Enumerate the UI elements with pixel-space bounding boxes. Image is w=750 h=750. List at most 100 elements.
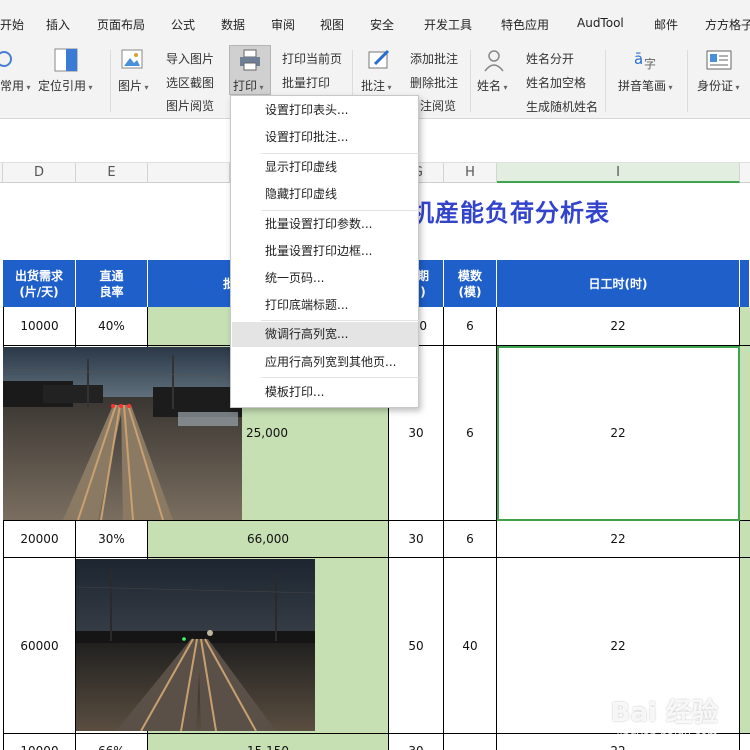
menu-separator xyxy=(261,210,419,211)
cell-yield[interactable]: 66% xyxy=(76,734,148,750)
person-icon xyxy=(484,50,504,72)
cell-hours-selected[interactable]: 22 xyxy=(497,346,740,521)
cell-demand[interactable]: 10000 xyxy=(3,307,76,346)
menu-separator xyxy=(261,377,419,378)
picture-browse-button[interactable]: 图片阅览 xyxy=(166,97,214,114)
tab-fangfanggezi[interactable]: 方方格子 xyxy=(705,16,750,33)
tab-mail[interactable]: 邮件 xyxy=(654,16,678,33)
pinyin-stroke-button[interactable]: 拼音笔画 xyxy=(618,77,673,94)
menu-item-print-footer-title[interactable]: 打印底端标题... xyxy=(232,293,418,318)
ribbon-separator xyxy=(110,50,111,112)
header-demand: 出货需求 (片/天) xyxy=(3,260,76,307)
print-button[interactable]: 打印 xyxy=(233,77,264,94)
tab-review[interactable]: 审阅 xyxy=(271,16,295,33)
name-button[interactable]: 姓名 xyxy=(477,77,508,94)
cell-next[interactable] xyxy=(740,346,750,521)
header-molds: 模数 (模) xyxy=(444,260,497,307)
position-reference-icon xyxy=(54,48,78,72)
menu-item-show-print-dashes[interactable]: 显示打印虚线 xyxy=(232,155,418,180)
watermark-brand: Bai 经验 xyxy=(610,698,718,728)
region-screenshot-button[interactable]: 选区截图 xyxy=(166,74,214,91)
import-picture-button[interactable]: 导入图片 xyxy=(166,50,214,67)
batch-print-button[interactable]: 批量打印 xyxy=(282,74,330,91)
menu-separator xyxy=(261,153,419,154)
menu-item-batch-print-borders[interactable]: 批量设置打印边框... xyxy=(232,239,418,264)
svg-text:ā: ā xyxy=(634,50,643,68)
position-reference-button[interactable]: 定位引用 xyxy=(38,77,93,94)
split-name-button[interactable]: 姓名分开 xyxy=(526,50,574,67)
cell-molds[interactable]: 6 xyxy=(444,307,497,346)
tab-audtool[interactable]: AudTool xyxy=(577,16,624,30)
header-yield: 直通 良率 xyxy=(76,260,148,307)
picture-icon xyxy=(121,49,143,69)
railway-night-photo-2[interactable] xyxy=(76,559,315,731)
cell-period[interactable]: 30 xyxy=(389,521,444,558)
cell-yield[interactable]: 40% xyxy=(76,307,148,346)
column-header-h[interactable]: H xyxy=(444,163,497,183)
tab-data[interactable]: 数据 xyxy=(221,16,245,33)
picture-button[interactable]: 图片 xyxy=(118,77,149,94)
comment-button[interactable]: 批注 xyxy=(361,77,392,94)
column-header-e[interactable]: E xyxy=(76,163,148,183)
menu-item-set-print-header[interactable]: 设置打印表头... xyxy=(232,98,418,123)
print-current-page-button[interactable]: 打印当前页 xyxy=(282,50,342,67)
railway-night-photo-1[interactable] xyxy=(3,347,242,520)
header-daily-hours: 日工时(时) xyxy=(497,260,740,307)
menu-separator xyxy=(261,320,419,321)
tab-security[interactable]: 安全 xyxy=(370,16,394,33)
tab-home[interactable]: 开始 xyxy=(0,16,24,33)
cell-batch[interactable]: 15,150 xyxy=(148,734,389,750)
menu-item-set-print-comment[interactable]: 设置打印批注... xyxy=(232,125,418,150)
comment-browse-button[interactable]: 注阅览 xyxy=(420,97,456,114)
header-next xyxy=(740,260,750,307)
generate-random-name-button[interactable]: 生成随机姓名 xyxy=(526,98,598,115)
baidu-jingyan-watermark: Bai 经验 jingyan.baidu.com xyxy=(611,692,718,742)
menu-item-unify-page-numbers[interactable]: 统一页码... xyxy=(232,266,418,291)
cell-molds[interactable]: 6 xyxy=(444,521,497,558)
column-header-d[interactable]: D xyxy=(3,163,76,183)
cell-period[interactable]: 50 xyxy=(389,558,444,734)
menu-item-adjust-row-col-size[interactable]: 微调行高列宽... xyxy=(232,322,418,347)
menu-item-apply-row-col-to-pages[interactable]: 应用行高列宽到其他页... xyxy=(232,350,418,375)
ribbon-separator xyxy=(605,50,606,112)
normal-icon xyxy=(0,51,12,67)
add-comment-button[interactable]: 添加批注 xyxy=(410,50,458,67)
ribbon-separator xyxy=(687,50,688,112)
pinyin-icon: ā字 xyxy=(634,50,656,71)
normal-button[interactable]: 常用 xyxy=(0,77,31,94)
cell-yield[interactable]: 30% xyxy=(76,521,148,558)
cell-molds[interactable]: 40 xyxy=(444,558,497,734)
id-card-icon xyxy=(706,50,732,70)
cell-batch[interactable]: 66,000 xyxy=(148,521,389,558)
cell-hours[interactable]: 22 xyxy=(497,307,740,346)
menu-item-template-print[interactable]: 模板打印... xyxy=(232,380,418,405)
cell-hours[interactable]: 22 xyxy=(497,521,740,558)
svg-text:字: 字 xyxy=(644,56,656,71)
cell-next[interactable] xyxy=(740,307,750,346)
ribbon-tab-bar: 开始 插入 页面布局 公式 数据 审阅 视图 安全 开发工具 特色应用 AudT… xyxy=(0,0,750,44)
cell-molds[interactable]: 6 xyxy=(444,346,497,521)
tab-view[interactable]: 视图 xyxy=(320,16,344,33)
cell-demand[interactable]: 20000 xyxy=(3,521,76,558)
tab-insert[interactable]: 插入 xyxy=(46,16,70,33)
watermark-url: jingyan.baidu.com xyxy=(616,729,718,742)
column-header-f[interactable] xyxy=(148,163,230,183)
cell-next[interactable] xyxy=(740,558,750,734)
cell-demand[interactable]: 60000 xyxy=(3,558,76,734)
comment-icon xyxy=(368,49,390,69)
sheet-title: 机産能负荷分析表 xyxy=(410,198,610,227)
tab-special-apps[interactable]: 特色应用 xyxy=(501,16,549,33)
cell-molds[interactable] xyxy=(444,734,497,750)
delete-comment-button[interactable]: 删除批注 xyxy=(410,74,458,91)
cell-demand[interactable]: 10000 xyxy=(3,734,76,750)
cell-period[interactable]: 30 xyxy=(389,734,444,750)
id-card-button[interactable]: 身份证 xyxy=(697,77,740,94)
cell-next[interactable] xyxy=(740,521,750,558)
tab-formulas[interactable]: 公式 xyxy=(171,16,195,33)
menu-item-batch-print-params[interactable]: 批量设置打印参数... xyxy=(232,212,418,237)
column-header-i[interactable]: I xyxy=(497,163,740,183)
name-add-space-button[interactable]: 姓名加空格 xyxy=(526,74,586,91)
menu-item-hide-print-dashes[interactable]: 隐藏打印虚线 xyxy=(232,182,418,207)
tab-page-layout[interactable]: 页面布局 xyxy=(97,16,145,33)
tab-developer[interactable]: 开发工具 xyxy=(424,16,472,33)
